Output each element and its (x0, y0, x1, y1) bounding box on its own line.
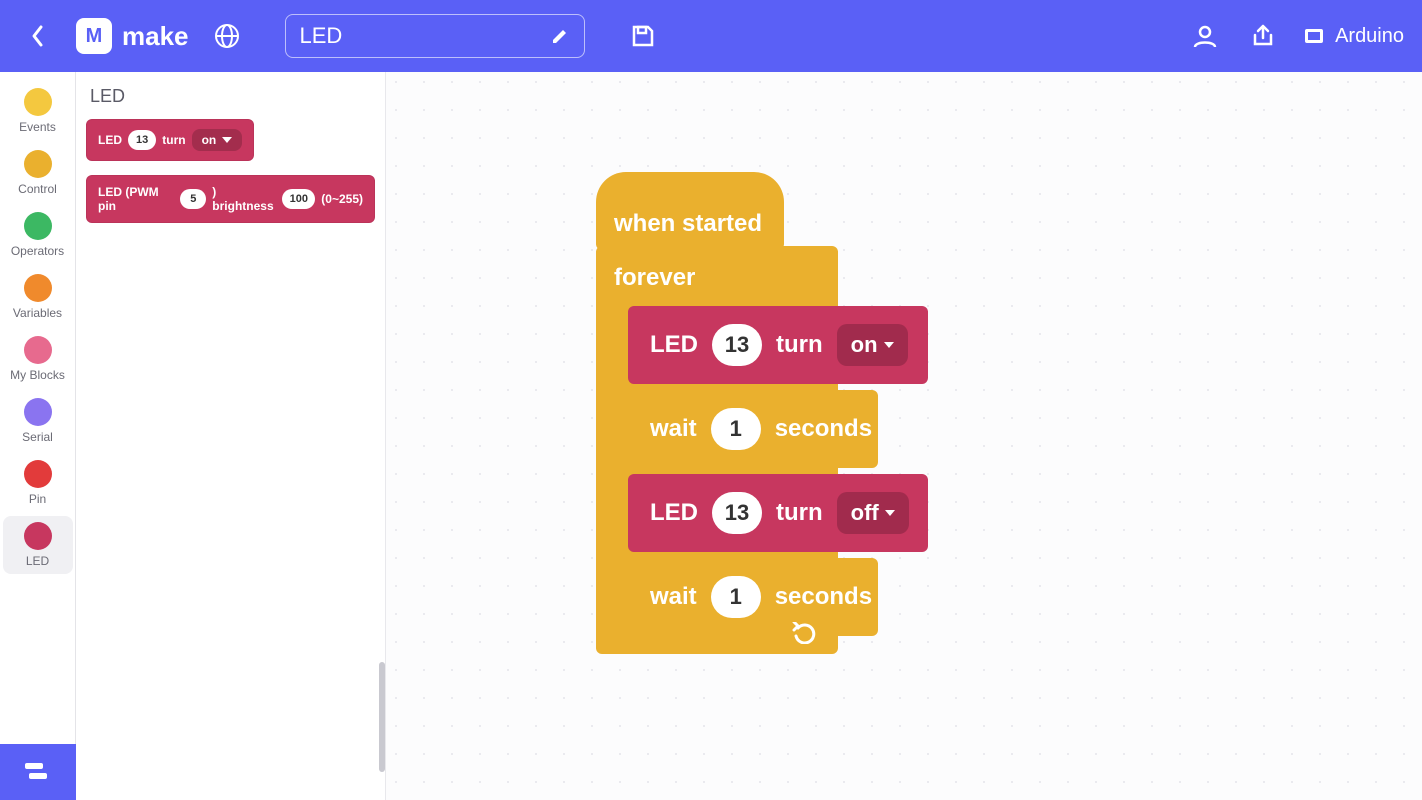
code-toggle-button[interactable] (0, 744, 76, 800)
block-text: LED (650, 331, 698, 359)
block-text: LED (650, 499, 698, 527)
block-led-turn[interactable]: LED 13 turnon (628, 306, 928, 384)
block-text: turn (776, 331, 823, 359)
loop-arrow-icon (792, 622, 818, 644)
chevron-down-icon (222, 137, 232, 143)
state-dropdown[interactable]: on (192, 129, 243, 151)
logo-mark-icon: M (76, 18, 112, 54)
category-color-icon (24, 212, 52, 240)
block-led-turn[interactable]: LED 13 turnoff (628, 474, 928, 552)
category-led[interactable]: LED (3, 516, 73, 574)
state-dropdown[interactable]: off (837, 492, 909, 534)
account-button[interactable] (1185, 16, 1225, 56)
category-serial[interactable]: Serial (3, 392, 73, 450)
c-block-forever[interactable]: forever LED13turnonwait1secondsLED13turn… (596, 246, 838, 654)
category-label: LED (26, 554, 49, 568)
palette-block-led-turn[interactable]: LED 13 turn on (86, 119, 254, 161)
category-color-icon (24, 150, 52, 178)
save-button[interactable] (623, 16, 663, 56)
category-color-icon (24, 398, 52, 426)
chevron-left-icon (30, 24, 46, 48)
block-palette: LED LED 13 turn on LED (PWM pin 5 ) brig… (76, 72, 386, 800)
category-control[interactable]: Control (3, 144, 73, 202)
palette-block-led-pwm[interactable]: LED (PWM pin 5 ) brightness 100 (0~255) (86, 175, 375, 223)
category-variables[interactable]: Variables (3, 268, 73, 326)
category-pin[interactable]: Pin (3, 454, 73, 512)
app-logo: M make (76, 18, 189, 54)
palette-scrollbar[interactable] (379, 662, 385, 800)
script-stack[interactable]: when started forever LED13turnonwait1sec… (596, 172, 838, 654)
hat-block-when-started[interactable]: when started (596, 172, 784, 250)
category-events[interactable]: Events (3, 82, 73, 140)
block-wait[interactable]: wait 1 seconds (628, 390, 878, 468)
pin-input[interactable]: 13 (712, 324, 762, 366)
seconds-input[interactable]: 1 (711, 576, 761, 618)
block-text: (0~255) (321, 192, 363, 206)
palette-title: LED (90, 86, 375, 107)
block-text: seconds (775, 415, 872, 443)
block-text: turn (162, 133, 185, 147)
chevron-down-icon (884, 342, 894, 348)
scrollbar-thumb[interactable] (379, 662, 385, 772)
language-button[interactable] (207, 16, 247, 56)
share-button[interactable] (1243, 16, 1283, 56)
script-canvas[interactable]: when started forever LED13turnonwait1sec… (386, 72, 1422, 800)
globe-icon (214, 23, 240, 49)
logo-text: make (122, 21, 189, 52)
app-header: M make LED Arduino (0, 0, 1422, 72)
board-icon (1301, 23, 1327, 49)
category-color-icon (24, 88, 52, 116)
category-label: Variables (13, 306, 62, 320)
brightness-input[interactable]: 100 (282, 189, 315, 209)
block-text: wait (650, 415, 697, 443)
category-label: Serial (22, 430, 53, 444)
share-icon (1250, 23, 1276, 49)
project-name-input[interactable]: LED (285, 14, 585, 58)
category-label: Events (19, 120, 56, 134)
save-icon (630, 23, 656, 49)
category-my-blocks[interactable]: My Blocks (3, 330, 73, 388)
category-label: Control (18, 182, 57, 196)
device-label: Arduino (1335, 25, 1404, 48)
chevron-down-icon (885, 510, 895, 516)
category-sidebar: Events Control Operators Variables My Blocks… (0, 72, 76, 800)
block-text: wait (650, 583, 697, 611)
seconds-input[interactable]: 1 (711, 408, 761, 450)
block-text: LED (PWM pin (98, 185, 174, 213)
category-label: Pin (29, 492, 46, 506)
device-selector[interactable]: Arduino (1301, 23, 1404, 49)
category-operators[interactable]: Operators (3, 206, 73, 264)
pencil-icon (550, 26, 570, 46)
block-text: ) brightness (212, 185, 276, 213)
category-color-icon (24, 274, 52, 302)
user-icon (1192, 23, 1218, 49)
category-color-icon (24, 460, 52, 488)
category-color-icon (24, 522, 52, 550)
forever-body: LED13turnonwait1secondsLED13turnoffwait1… (612, 306, 820, 636)
block-label: forever (614, 260, 820, 306)
pin-input[interactable]: 5 (180, 189, 206, 209)
pin-input[interactable]: 13 (712, 492, 762, 534)
category-label: My Blocks (10, 368, 65, 382)
block-text: seconds (775, 583, 872, 611)
state-dropdown[interactable]: on (837, 324, 908, 366)
category-color-icon (24, 336, 52, 364)
block-text: LED (98, 133, 122, 147)
project-name-text: LED (300, 23, 343, 49)
back-button[interactable] (18, 16, 58, 56)
block-text: turn (776, 499, 823, 527)
pin-input[interactable]: 13 (128, 130, 156, 150)
blocks-icon (23, 761, 53, 783)
block-wait[interactable]: wait 1 seconds (628, 558, 878, 636)
block-label: when started (614, 210, 762, 238)
category-label: Operators (11, 244, 64, 258)
